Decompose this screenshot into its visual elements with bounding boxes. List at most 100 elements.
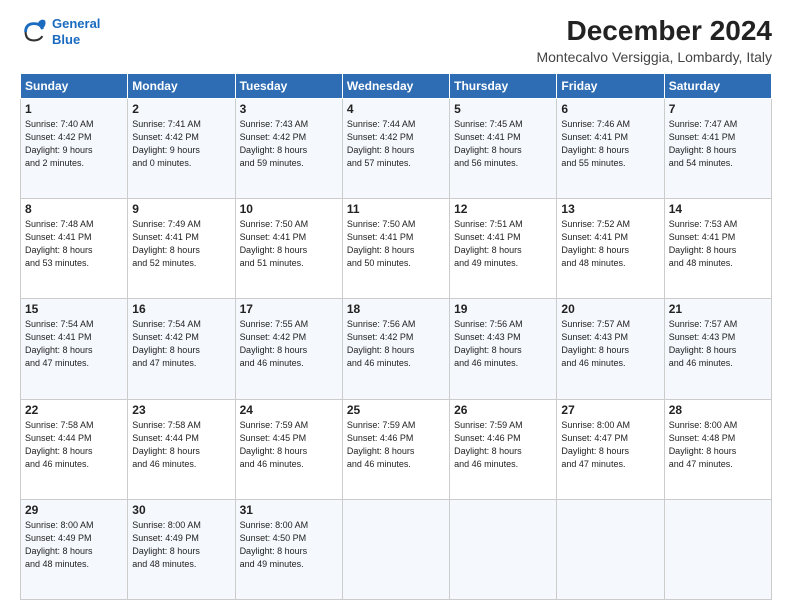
day-number: 10 bbox=[240, 202, 338, 216]
day-number: 31 bbox=[240, 503, 338, 517]
day-cell: 24Sunrise: 7:59 AM Sunset: 4:45 PM Dayli… bbox=[235, 399, 342, 499]
day-info: Sunrise: 7:59 AM Sunset: 4:45 PM Dayligh… bbox=[240, 419, 338, 471]
day-number: 2 bbox=[132, 102, 230, 116]
day-cell: 23Sunrise: 7:58 AM Sunset: 4:44 PM Dayli… bbox=[128, 399, 235, 499]
logo: General Blue bbox=[20, 16, 100, 47]
day-cell: 10 Sunrise: 7:50 AM Sunset: 4:41 PM Dayli… bbox=[235, 199, 342, 299]
day-cell: 5Sunrise: 7:45 AM Sunset: 4:41 PM Daylig… bbox=[450, 98, 557, 198]
header-day-friday: Friday bbox=[557, 73, 664, 98]
logo-line1: General bbox=[52, 16, 100, 31]
day-number: 3 bbox=[240, 102, 338, 116]
day-cell: 9 Sunrise: 7:49 AM Sunset: 4:41 PM Daylig… bbox=[128, 199, 235, 299]
day-info: Sunrise: 7:57 AM Sunset: 4:43 PM Dayligh… bbox=[561, 318, 659, 370]
day-cell: 3 Sunrise: 7:43 AM Sunset: 4:42 PM Daylig… bbox=[235, 98, 342, 198]
header: General Blue December 2024 Montecalvo Ve… bbox=[20, 16, 772, 65]
day-info: Sunrise: 7:54 AM Sunset: 4:41 PM Dayligh… bbox=[25, 318, 123, 370]
day-number: 29 bbox=[25, 503, 123, 517]
day-cell: 30Sunrise: 8:00 AM Sunset: 4:49 PM Dayli… bbox=[128, 499, 235, 599]
header-row: SundayMondayTuesdayWednesdayThursdayFrid… bbox=[21, 73, 772, 98]
day-number: 16 bbox=[132, 302, 230, 316]
week-row-2: 15 Sunrise: 7:54 AM Sunset: 4:41 PM Dayli… bbox=[21, 299, 772, 399]
day-cell: 1Sunrise: 7:40 AM Sunset: 4:42 PM Daylig… bbox=[21, 98, 128, 198]
day-info: Sunrise: 7:50 AM Sunset: 4:41 PM Dayligh… bbox=[240, 218, 338, 270]
day-number: 13 bbox=[561, 202, 659, 216]
day-info: Sunrise: 7:50 AM Sunset: 4:41 PM Dayligh… bbox=[347, 218, 445, 270]
day-cell: 18Sunrise: 7:56 AM Sunset: 4:42 PM Dayli… bbox=[342, 299, 449, 399]
day-cell: 12 Sunrise: 7:51 AM Sunset: 4:41 PM Dayli… bbox=[450, 199, 557, 299]
day-info: Sunrise: 7:52 AM Sunset: 4:41 PM Dayligh… bbox=[561, 218, 659, 270]
day-number: 20 bbox=[561, 302, 659, 316]
day-cell: 19 Sunrise: 7:56 AM Sunset: 4:43 PM Dayli… bbox=[450, 299, 557, 399]
day-info: Sunrise: 7:51 AM Sunset: 4:41 PM Dayligh… bbox=[454, 218, 552, 270]
day-info: Sunrise: 8:00 AM Sunset: 4:50 PM Dayligh… bbox=[240, 519, 338, 571]
day-number: 22 bbox=[25, 403, 123, 417]
day-info: Sunrise: 7:43 AM Sunset: 4:42 PM Dayligh… bbox=[240, 118, 338, 170]
day-info: Sunrise: 7:48 AM Sunset: 4:41 PM Dayligh… bbox=[25, 218, 123, 270]
day-info: Sunrise: 7:53 AM Sunset: 4:41 PM Dayligh… bbox=[669, 218, 767, 270]
main-title: December 2024 bbox=[536, 16, 772, 47]
logo-line2: Blue bbox=[52, 32, 80, 47]
day-cell: 21Sunrise: 7:57 AM Sunset: 4:43 PM Dayli… bbox=[664, 299, 771, 399]
day-cell: 31 Sunrise: 8:00 AM Sunset: 4:50 PM Dayli… bbox=[235, 499, 342, 599]
header-day-sunday: Sunday bbox=[21, 73, 128, 98]
day-number: 14 bbox=[669, 202, 767, 216]
week-row-4: 29 Sunrise: 8:00 AM Sunset: 4:49 PM Dayli… bbox=[21, 499, 772, 599]
day-number: 28 bbox=[669, 403, 767, 417]
header-day-monday: Monday bbox=[128, 73, 235, 98]
day-info: Sunrise: 7:45 AM Sunset: 4:41 PM Dayligh… bbox=[454, 118, 552, 170]
day-info: Sunrise: 7:49 AM Sunset: 4:41 PM Dayligh… bbox=[132, 218, 230, 270]
day-number: 17 bbox=[240, 302, 338, 316]
day-info: Sunrise: 7:58 AM Sunset: 4:44 PM Dayligh… bbox=[25, 419, 123, 471]
day-info: Sunrise: 7:41 AM Sunset: 4:42 PM Dayligh… bbox=[132, 118, 230, 170]
day-number: 4 bbox=[347, 102, 445, 116]
day-cell: 2 Sunrise: 7:41 AM Sunset: 4:42 PM Daylig… bbox=[128, 98, 235, 198]
day-info: Sunrise: 8:00 AM Sunset: 4:48 PM Dayligh… bbox=[669, 419, 767, 471]
header-day-wednesday: Wednesday bbox=[342, 73, 449, 98]
day-cell: 17 Sunrise: 7:55 AM Sunset: 4:42 PM Dayli… bbox=[235, 299, 342, 399]
day-number: 11 bbox=[347, 202, 445, 216]
day-cell bbox=[664, 499, 771, 599]
day-info: Sunrise: 7:55 AM Sunset: 4:42 PM Dayligh… bbox=[240, 318, 338, 370]
day-info: Sunrise: 7:44 AM Sunset: 4:42 PM Dayligh… bbox=[347, 118, 445, 170]
day-info: Sunrise: 7:56 AM Sunset: 4:43 PM Dayligh… bbox=[454, 318, 552, 370]
day-info: Sunrise: 8:00 AM Sunset: 4:47 PM Dayligh… bbox=[561, 419, 659, 471]
day-cell: 7 Sunrise: 7:47 AM Sunset: 4:41 PM Daylig… bbox=[664, 98, 771, 198]
week-row-0: 1Sunrise: 7:40 AM Sunset: 4:42 PM Daylig… bbox=[21, 98, 772, 198]
day-number: 30 bbox=[132, 503, 230, 517]
day-cell: 8 Sunrise: 7:48 AM Sunset: 4:41 PM Daylig… bbox=[21, 199, 128, 299]
day-cell: 14 Sunrise: 7:53 AM Sunset: 4:41 PM Dayli… bbox=[664, 199, 771, 299]
day-cell bbox=[450, 499, 557, 599]
logo-icon bbox=[20, 18, 48, 46]
day-number: 15 bbox=[25, 302, 123, 316]
day-cell: 11 Sunrise: 7:50 AM Sunset: 4:41 PM Dayli… bbox=[342, 199, 449, 299]
day-number: 12 bbox=[454, 202, 552, 216]
header-day-tuesday: Tuesday bbox=[235, 73, 342, 98]
day-cell: 13 Sunrise: 7:52 AM Sunset: 4:41 PM Dayli… bbox=[557, 199, 664, 299]
day-cell: 4 Sunrise: 7:44 AM Sunset: 4:42 PM Daylig… bbox=[342, 98, 449, 198]
header-day-saturday: Saturday bbox=[664, 73, 771, 98]
day-cell: 29 Sunrise: 8:00 AM Sunset: 4:49 PM Dayli… bbox=[21, 499, 128, 599]
title-block: December 2024 Montecalvo Versiggia, Lomb… bbox=[536, 16, 772, 65]
subtitle: Montecalvo Versiggia, Lombardy, Italy bbox=[536, 49, 772, 65]
day-info: Sunrise: 7:46 AM Sunset: 4:41 PM Dayligh… bbox=[561, 118, 659, 170]
day-info: Sunrise: 7:59 AM Sunset: 4:46 PM Dayligh… bbox=[454, 419, 552, 471]
day-cell: 22 Sunrise: 7:58 AM Sunset: 4:44 PM Dayli… bbox=[21, 399, 128, 499]
day-number: 19 bbox=[454, 302, 552, 316]
day-info: Sunrise: 8:00 AM Sunset: 4:49 PM Dayligh… bbox=[25, 519, 123, 571]
day-cell: 6Sunrise: 7:46 AM Sunset: 4:41 PM Daylig… bbox=[557, 98, 664, 198]
day-number: 25 bbox=[347, 403, 445, 417]
header-day-thursday: Thursday bbox=[450, 73, 557, 98]
day-number: 7 bbox=[669, 102, 767, 116]
day-number: 21 bbox=[669, 302, 767, 316]
day-number: 8 bbox=[25, 202, 123, 216]
day-cell: 26Sunrise: 7:59 AM Sunset: 4:46 PM Dayli… bbox=[450, 399, 557, 499]
day-number: 18 bbox=[347, 302, 445, 316]
week-row-1: 8 Sunrise: 7:48 AM Sunset: 4:41 PM Daylig… bbox=[21, 199, 772, 299]
day-number: 23 bbox=[132, 403, 230, 417]
page: General Blue December 2024 Montecalvo Ve… bbox=[0, 0, 792, 612]
day-info: Sunrise: 7:47 AM Sunset: 4:41 PM Dayligh… bbox=[669, 118, 767, 170]
day-number: 1 bbox=[25, 102, 123, 116]
day-number: 9 bbox=[132, 202, 230, 216]
day-info: Sunrise: 7:54 AM Sunset: 4:42 PM Dayligh… bbox=[132, 318, 230, 370]
day-cell bbox=[557, 499, 664, 599]
